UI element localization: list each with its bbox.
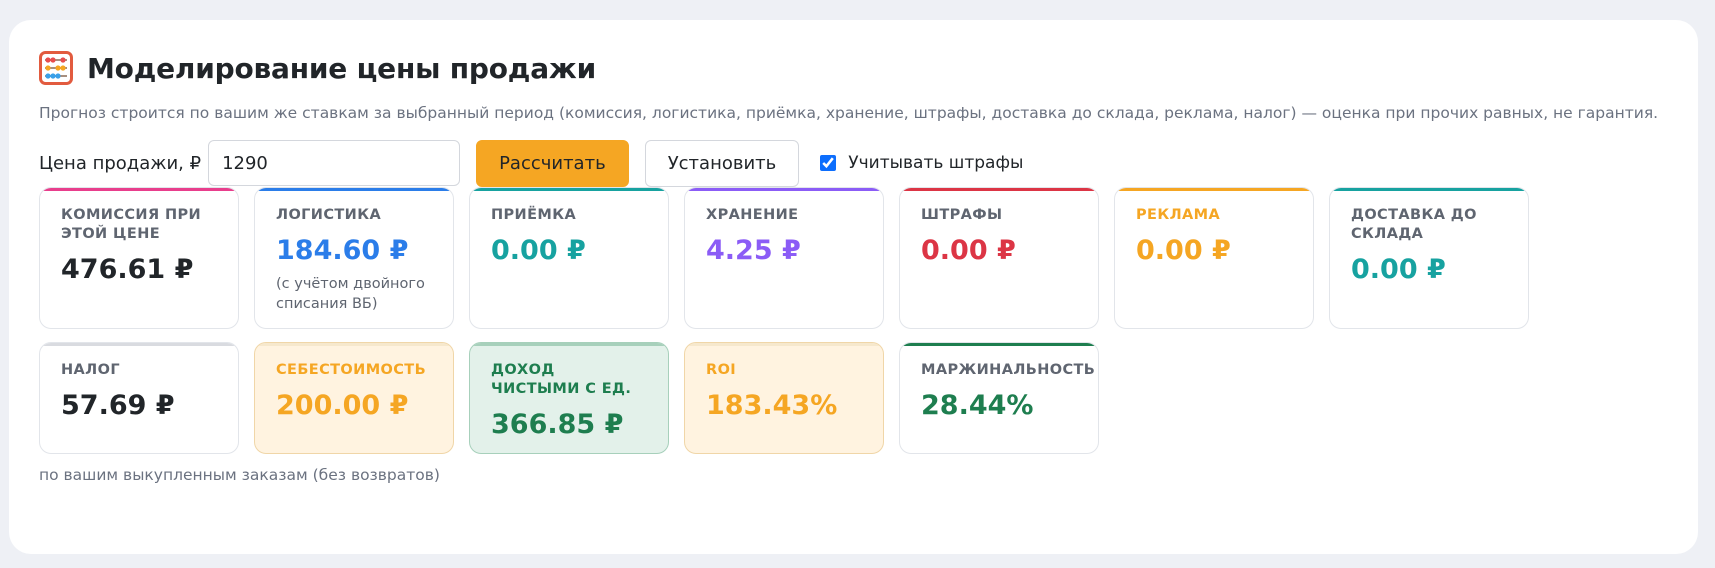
page-title: Моделирование цены продажи	[87, 51, 596, 85]
metrics-row-results: Налог 57.69 ₽ Себестоимость 200.00 ₽ Доход ч…	[39, 342, 1099, 454]
tax-card: Налог 57.69 ₽	[39, 342, 239, 454]
storage-card: Хранение 4.25 ₽	[684, 187, 884, 329]
card-title: Логистика	[276, 207, 382, 223]
card-title: Себестоимость	[276, 362, 427, 378]
net-income-card: Доход чистыми с ед. 366.85 ₽	[469, 342, 669, 454]
penalties-card: Штрафы 0.00 ₽	[899, 187, 1099, 329]
card-title: Реклама	[1136, 207, 1221, 223]
calculate-button[interactable]: Рассчитать	[476, 139, 629, 187]
card-title: Комиссия при этой цене	[61, 207, 202, 242]
card-value: 476.61 ₽	[61, 254, 194, 285]
card-note: (с учётом двойного списания ВБ)	[276, 276, 425, 312]
card-title: Доставка до склада	[1351, 207, 1477, 242]
logistics-card: Логистика 184.60 ₽ (с учётом двойного спис…	[254, 187, 454, 329]
card-title: Налог	[61, 362, 120, 378]
card-title: Маржинальность	[921, 362, 1096, 378]
page-description: Прогноз строится по вашим же ставкам за …	[39, 104, 1659, 122]
card-title: Хранение	[706, 207, 799, 223]
acceptance-card: Приёмка 0.00 ₽	[469, 187, 669, 329]
card-title: ROI	[706, 362, 737, 378]
price-label: Цена продажи, ₽	[39, 152, 202, 174]
price-input[interactable]	[208, 140, 461, 186]
advertising-card: Реклама 0.00 ₽	[1114, 187, 1314, 329]
cost-price-card: Себестоимость 200.00 ₽	[254, 342, 454, 454]
penalties-toggle[interactable]: Учитывать штрафы	[820, 153, 1023, 173]
penalties-checkbox[interactable]	[820, 155, 837, 171]
card-value: 183.43%	[706, 390, 838, 421]
set-price-button[interactable]: Установить	[644, 139, 800, 187]
card-value: 0.00 ₽	[491, 235, 586, 266]
card-value: 4.25 ₽	[706, 235, 801, 266]
controls-row: Цена продажи, ₽ Рассчитать Установить Уч…	[39, 139, 1668, 187]
title-row: Моделирование цены продажи	[39, 48, 1668, 88]
roi-card: ROI 183.43%	[684, 342, 884, 454]
card-value: 0.00 ₽	[921, 235, 1016, 266]
card-title: Штрафы	[921, 207, 1003, 223]
card-title: Приёмка	[491, 207, 577, 223]
card-value: 366.85 ₽	[491, 409, 624, 440]
card-title: Доход чистыми с ед.	[491, 362, 632, 397]
price-modeling-panel: Моделирование цены продажи Прогноз строи…	[9, 20, 1698, 554]
card-value: 28.44%	[921, 390, 1034, 421]
footnote: по вашим выкупленным заказам (без возвра…	[39, 466, 440, 484]
margin-card: Маржинальность 28.44%	[899, 342, 1099, 454]
card-value: 57.69 ₽	[61, 390, 175, 421]
card-value: 0.00 ₽	[1351, 254, 1446, 285]
card-value: 184.60 ₽	[276, 235, 409, 266]
penalties-checkbox-label[interactable]: Учитывать штрафы	[848, 153, 1023, 173]
metrics-row-costs: Комиссия при этой цене 476.61 ₽ Логистика 1…	[39, 187, 1529, 329]
commission-card: Комиссия при этой цене 476.61 ₽	[39, 187, 239, 329]
card-value: 200.00 ₽	[276, 390, 409, 421]
abacus-icon	[39, 51, 73, 85]
card-value: 0.00 ₽	[1136, 235, 1231, 266]
warehouse-delivery-card: Доставка до склада 0.00 ₽	[1329, 187, 1529, 329]
